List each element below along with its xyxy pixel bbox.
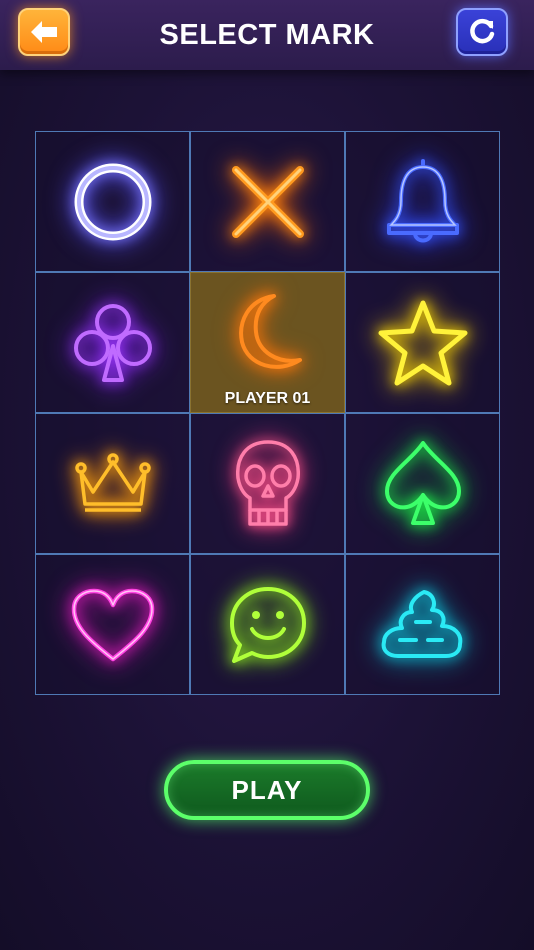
refresh-icon xyxy=(470,18,495,44)
skull-icon xyxy=(235,439,300,526)
mark-cell-spade[interactable] xyxy=(345,413,500,554)
page-title: SELECT MARK xyxy=(159,19,375,51)
crown-icon xyxy=(74,452,151,512)
mark-cell-crown[interactable] xyxy=(35,413,190,554)
bell-icon xyxy=(386,158,459,242)
top-bar: SELECT MARK xyxy=(0,0,534,70)
club-icon xyxy=(73,303,152,382)
spade-icon xyxy=(384,440,461,525)
mark-cell-bell[interactable] xyxy=(345,131,500,272)
back-button[interactable] xyxy=(18,8,70,56)
mark-cell-cross[interactable] xyxy=(190,131,345,272)
mark-cell-moon[interactable]: PLAYER 01 xyxy=(190,272,345,413)
moon-icon xyxy=(238,293,302,369)
poop-icon xyxy=(381,589,462,658)
mark-cell-skull[interactable] xyxy=(190,413,345,554)
heart-icon xyxy=(71,588,154,661)
play-button[interactable]: PLAY xyxy=(164,760,370,820)
mark-grid: PLAYER 01 xyxy=(35,131,500,695)
mark-cell-club[interactable] xyxy=(35,272,190,413)
player-label: PLAYER 01 xyxy=(224,390,311,407)
cross-icon xyxy=(231,165,304,238)
star-icon xyxy=(378,300,467,385)
arrow-left-icon xyxy=(31,21,57,43)
circle-icon xyxy=(74,163,151,240)
mark-cell-poop[interactable] xyxy=(345,554,500,695)
mark-cell-smiley[interactable] xyxy=(190,554,345,695)
mark-cell-circle[interactable] xyxy=(35,131,190,272)
smiley-chat-icon xyxy=(229,586,306,663)
mark-cell-heart[interactable] xyxy=(35,554,190,695)
mark-cell-star[interactable] xyxy=(345,272,500,413)
refresh-button[interactable] xyxy=(456,8,508,56)
